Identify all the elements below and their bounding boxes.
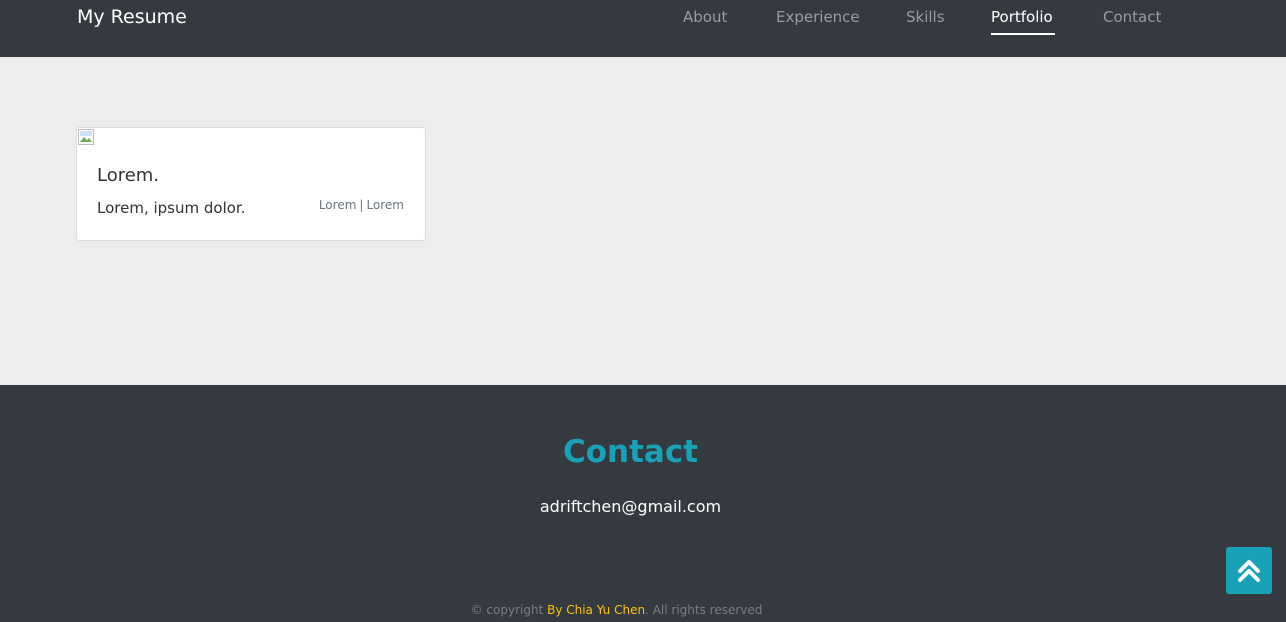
- nav-item-experience[interactable]: Experience: [776, 7, 860, 27]
- footer-copyright: © copyright By Chia Yu Chen. All rights …: [0, 602, 1233, 618]
- contact-section: Contact adriftchen@gmail.com © copyright…: [0, 385, 1286, 622]
- footer-author-link[interactable]: By Chia Yu Chen: [547, 603, 645, 617]
- nav-item-portfolio[interactable]: Portfolio: [991, 7, 1053, 27]
- portfolio-card[interactable]: Lorem. Lorem, ipsum dolor. Lorem | Lorem: [76, 127, 426, 241]
- card-tag: Lorem: [318, 198, 357, 212]
- tag-separator: |: [359, 198, 364, 212]
- navbar: My Resume About Experience Skills Portfo…: [0, 0, 1286, 57]
- active-nav-indicator: [991, 33, 1055, 35]
- card-tag: Lorem: [366, 198, 404, 212]
- nav-item-contact[interactable]: Contact: [1103, 7, 1161, 27]
- nav-item-about[interactable]: About: [683, 7, 727, 27]
- card-description: Lorem, ipsum dolor.: [97, 199, 246, 217]
- back-to-top-button[interactable]: [1226, 547, 1272, 594]
- broken-image-icon: [78, 129, 94, 145]
- contact-email-link[interactable]: adriftchen@gmail.com: [0, 496, 1261, 518]
- contact-heading: Contact: [562, 434, 699, 470]
- portfolio-section: Lorem. Lorem, ipsum dolor. Lorem | Lorem: [0, 57, 1286, 385]
- copyright-prefix: © copyright: [470, 603, 548, 617]
- copyright-suffix: . All rights reserved: [645, 603, 763, 617]
- brand-link[interactable]: My Resume: [77, 5, 187, 29]
- card-title: Lorem.: [97, 165, 160, 186]
- card-tags: Lorem | Lorem: [319, 197, 404, 213]
- nav-item-skills[interactable]: Skills: [906, 7, 945, 27]
